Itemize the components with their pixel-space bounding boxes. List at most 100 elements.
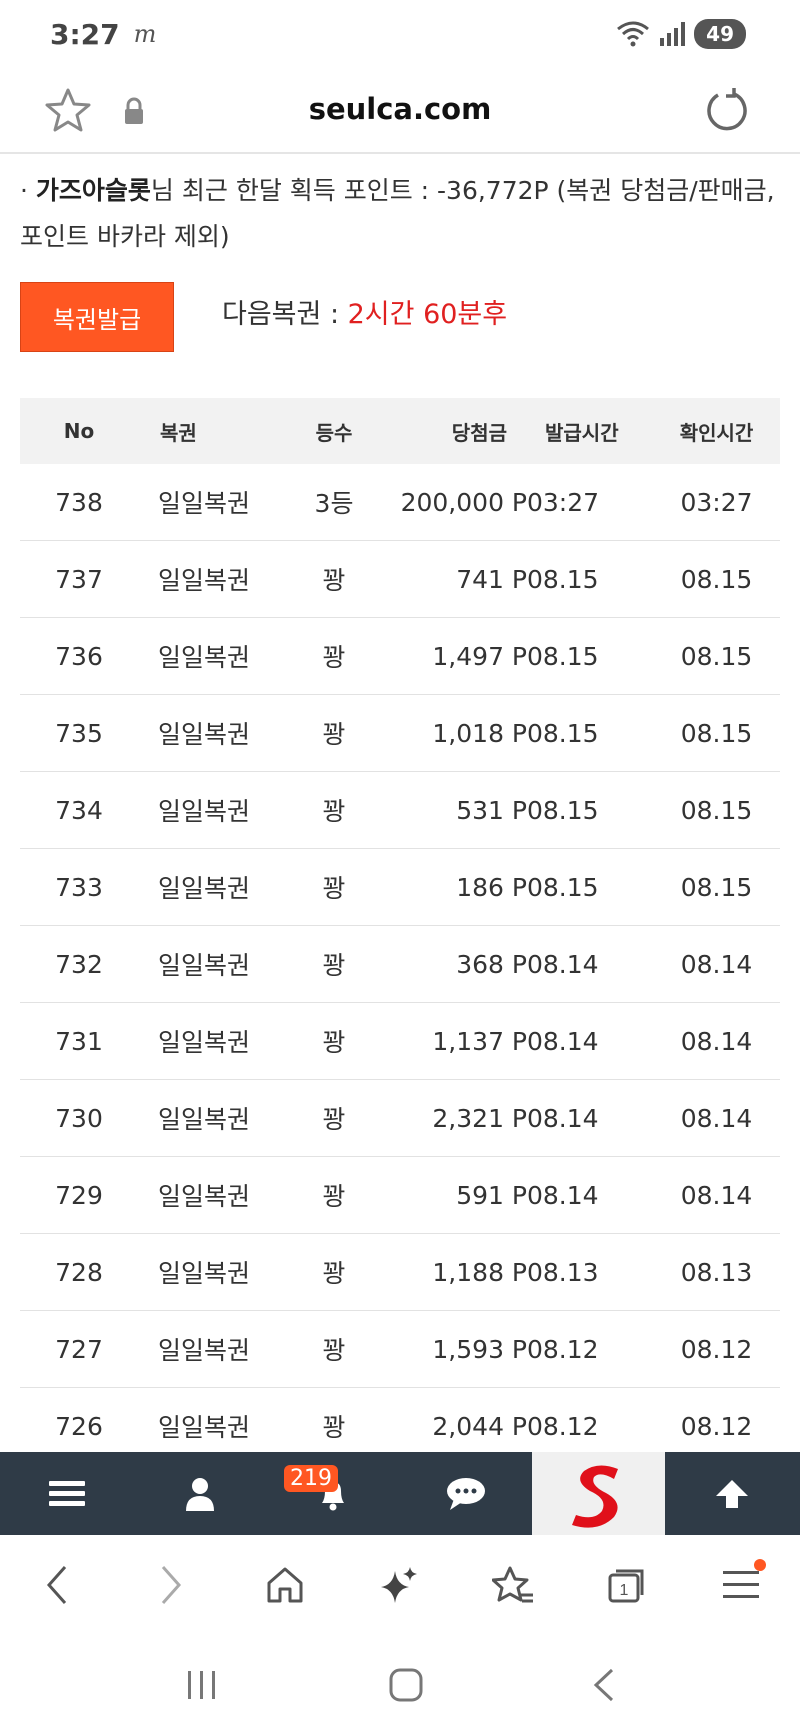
cell-no: 736 — [55, 641, 103, 671]
next-lottery: 다음복권 : 2시간 60분후 — [222, 292, 507, 331]
notification-count-badge: 219 — [284, 1465, 338, 1492]
user-icon — [185, 1477, 214, 1511]
cell-issue-time: 08.15 — [527, 795, 599, 825]
nav-site-logo[interactable] — [532, 1452, 665, 1535]
header-check-time: 확인시간 — [679, 420, 754, 445]
table-row: 728 일일복권 꽝 1,188 P 08.13 08.13 — [20, 1234, 780, 1311]
browser-forward[interactable] — [114, 1535, 228, 1635]
header-rank: 등수 — [315, 420, 353, 445]
table-row: 730 일일복권 꽝 2,321 P 08.14 08.14 — [20, 1080, 780, 1157]
cell-prize: 531 P — [456, 795, 527, 825]
cell-no: 731 — [55, 1026, 103, 1056]
cell-rank: 꽝 — [322, 1105, 346, 1134]
recent-apps-icon[interactable] — [184, 1669, 220, 1701]
cell-lottery: 일일복권 — [158, 951, 251, 980]
cell-no: 738 — [55, 487, 103, 517]
cell-lottery: 일일복권 — [158, 1413, 251, 1442]
table-row: 727 일일복권 꽝 1,593 P 08.12 08.12 — [20, 1311, 780, 1388]
cell-lottery: 일일복권 — [158, 1259, 251, 1288]
cell-check-time: 03:27 — [680, 487, 753, 517]
cell-no: 735 — [55, 718, 103, 748]
cell-prize: 1,188 P — [432, 1257, 527, 1287]
header-issue-time: 발급시간 — [545, 420, 619, 445]
cell-no: 727 — [55, 1334, 103, 1364]
cell-issue-time: 08.15 — [527, 872, 599, 902]
browser-ai[interactable] — [342, 1535, 456, 1635]
next-lottery-label: 다음복권 : — [222, 299, 348, 330]
cell-check-time: 08.15 — [680, 641, 753, 671]
cell-issue-time: 08.14 — [527, 949, 599, 979]
cell-check-time: 08.15 — [680, 795, 753, 825]
table-row: 734 일일복권 꽝 531 P 08.15 08.15 — [20, 772, 780, 849]
cell-rank: 꽝 — [322, 797, 346, 826]
cell-rank: 꽝 — [322, 720, 346, 749]
nav-chat[interactable] — [399, 1452, 532, 1535]
cell-prize: 1,137 P — [432, 1026, 527, 1056]
cell-lottery: 일일복권 — [158, 720, 251, 749]
cell-issue-time: 08.15 — [527, 641, 599, 671]
cell-issue-time: 08.14 — [527, 1180, 599, 1210]
home-icon — [267, 1567, 303, 1603]
cell-check-time: 08.12 — [680, 1334, 753, 1364]
system-back-icon[interactable] — [592, 1667, 616, 1703]
cell-no: 730 — [55, 1103, 103, 1133]
url-text[interactable]: seulca.com — [0, 92, 800, 126]
cell-check-time: 08.14 — [680, 1026, 753, 1056]
cell-prize: 1,593 P — [432, 1334, 527, 1364]
forward-arrow-icon — [161, 1566, 182, 1604]
site-logo-icon — [571, 1464, 618, 1528]
info-prefix: · — [20, 176, 36, 205]
status-time: 3:27 — [50, 17, 120, 51]
browser-menu-icon — [723, 1571, 759, 1598]
user-name: 가즈아슬롯 — [35, 176, 151, 205]
cell-issue-time: 08.12 — [527, 1411, 599, 1441]
cell-rank: 꽝 — [322, 1336, 346, 1365]
cell-lottery: 일일복권 — [158, 643, 251, 672]
status-icons: 49 — [616, 19, 746, 49]
cell-prize: 2,321 P — [432, 1103, 527, 1133]
bookmarks-icon — [492, 1566, 533, 1603]
cell-no: 726 — [55, 1411, 103, 1441]
cell-issue-time: 08.14 — [527, 1026, 599, 1056]
header-lottery: 복권 — [160, 420, 197, 445]
cell-check-time: 08.15 — [680, 564, 753, 594]
cell-rank: 꽝 — [322, 566, 346, 595]
cell-no: 732 — [55, 949, 103, 979]
status-bar: 3:27 m 49 — [0, 0, 800, 68]
nav-user[interactable] — [133, 1452, 266, 1535]
browser-bookmarks[interactable] — [456, 1535, 570, 1635]
cell-issue-time: 08.15 — [527, 718, 599, 748]
cell-no: 729 — [55, 1180, 103, 1210]
table-header: No 복권 등수 당첨금 발급시간 확인시간 — [20, 398, 780, 464]
nav-menu[interactable] — [0, 1452, 133, 1535]
cell-prize: 200,000 P — [400, 487, 527, 517]
home-button-icon[interactable] — [388, 1667, 424, 1703]
cell-lottery: 일일복권 — [158, 1182, 251, 1211]
battery-indicator: 49 — [694, 19, 746, 49]
cell-no: 737 — [55, 564, 103, 594]
browser-toolbar: 1 — [0, 1535, 800, 1635]
nav-scroll-top[interactable] — [665, 1452, 798, 1535]
cell-check-time: 08.14 — [680, 949, 753, 979]
cell-rank: 꽝 — [322, 951, 346, 980]
cell-check-time: 08.13 — [680, 1257, 753, 1287]
chat-icon — [446, 1477, 485, 1510]
next-lottery-time: 2시간 60분후 — [347, 299, 508, 330]
browser-back[interactable] — [0, 1535, 114, 1635]
cell-rank: 꽝 — [322, 1182, 346, 1211]
table-row: 736 일일복권 꽝 1,497 P 08.15 08.15 — [20, 618, 780, 695]
cell-issue-time: 03:27 — [527, 487, 600, 517]
table-row: 738 일일복권 3등 200,000 P 03:27 03:27 — [20, 464, 780, 541]
browser-menu[interactable] — [684, 1535, 798, 1635]
cell-lottery: 일일복권 — [158, 566, 251, 595]
table-body: 738 일일복권 3등 200,000 P 03:27 03:27 737 일일복권 꽝 741 … — [20, 464, 780, 1465]
cell-issue-time: 08.14 — [527, 1103, 599, 1133]
cell-prize: 368 P — [456, 949, 527, 979]
cell-issue-time: 08.13 — [527, 1257, 599, 1287]
issue-lottery-button[interactable]: 복권발급 — [20, 282, 174, 352]
menu-icon — [48, 1480, 85, 1506]
reload-icon[interactable] — [704, 86, 752, 134]
browser-home[interactable] — [228, 1535, 342, 1635]
browser-tabs[interactable]: 1 — [570, 1535, 684, 1635]
table-row: 733 일일복권 꽝 186 P 08.15 08.15 — [20, 849, 780, 926]
